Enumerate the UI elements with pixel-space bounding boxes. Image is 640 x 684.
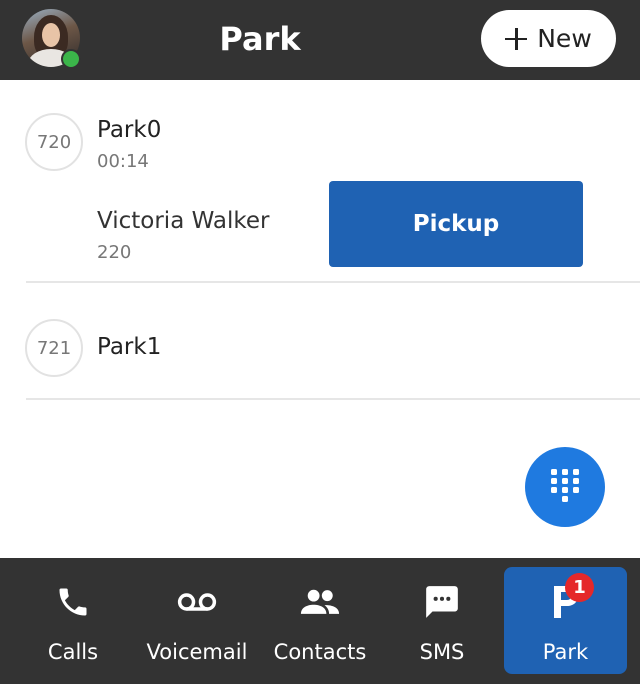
dialpad-icon bbox=[551, 469, 579, 502]
park-extension-circle: 720 bbox=[25, 113, 83, 171]
dialpad-button[interactable] bbox=[525, 447, 605, 527]
nav-label: Voicemail bbox=[146, 640, 248, 664]
contacts-icon bbox=[300, 582, 340, 622]
voicemail-icon bbox=[177, 582, 217, 622]
divider bbox=[26, 398, 640, 400]
avatar-face bbox=[42, 23, 60, 47]
park-extension-circle: 721 bbox=[25, 319, 83, 377]
park-duration: 00:14 bbox=[97, 151, 149, 172]
phone-icon bbox=[53, 582, 93, 622]
parked-caller-name: Victoria Walker bbox=[97, 208, 270, 234]
park-extension: 720 bbox=[36, 131, 72, 153]
page-title: Park bbox=[219, 20, 301, 58]
presence-status-dot bbox=[61, 49, 81, 69]
parked-caller-extension: 220 bbox=[97, 242, 132, 263]
nav-item-contacts[interactable]: Contacts bbox=[268, 558, 372, 684]
nav-label: Contacts bbox=[273, 640, 367, 664]
park-extension: 721 bbox=[36, 337, 72, 359]
top-bar: Park New bbox=[0, 0, 640, 80]
nav-item-voicemail[interactable]: Voicemail bbox=[142, 558, 252, 684]
nav-label: SMS bbox=[419, 640, 465, 664]
new-button-label: New bbox=[537, 24, 592, 53]
pickup-button[interactable]: Pickup bbox=[329, 181, 583, 267]
nav-label: Calls bbox=[47, 640, 99, 664]
bottom-nav: Calls Voicemail Contacts SMS Park bbox=[0, 558, 640, 684]
new-button[interactable]: New bbox=[481, 10, 616, 67]
nav-item-sms[interactable]: SMS bbox=[394, 558, 490, 684]
plus-icon bbox=[505, 27, 528, 50]
sms-icon bbox=[422, 582, 462, 622]
nav-label: Park bbox=[542, 640, 589, 664]
nav-item-park[interactable]: Park bbox=[504, 558, 627, 684]
divider bbox=[26, 281, 640, 283]
park-count-badge: 1 bbox=[565, 573, 594, 602]
park-name: Park0 bbox=[97, 117, 162, 143]
park-name: Park1 bbox=[97, 334, 162, 360]
nav-item-calls[interactable]: Calls bbox=[22, 558, 124, 684]
